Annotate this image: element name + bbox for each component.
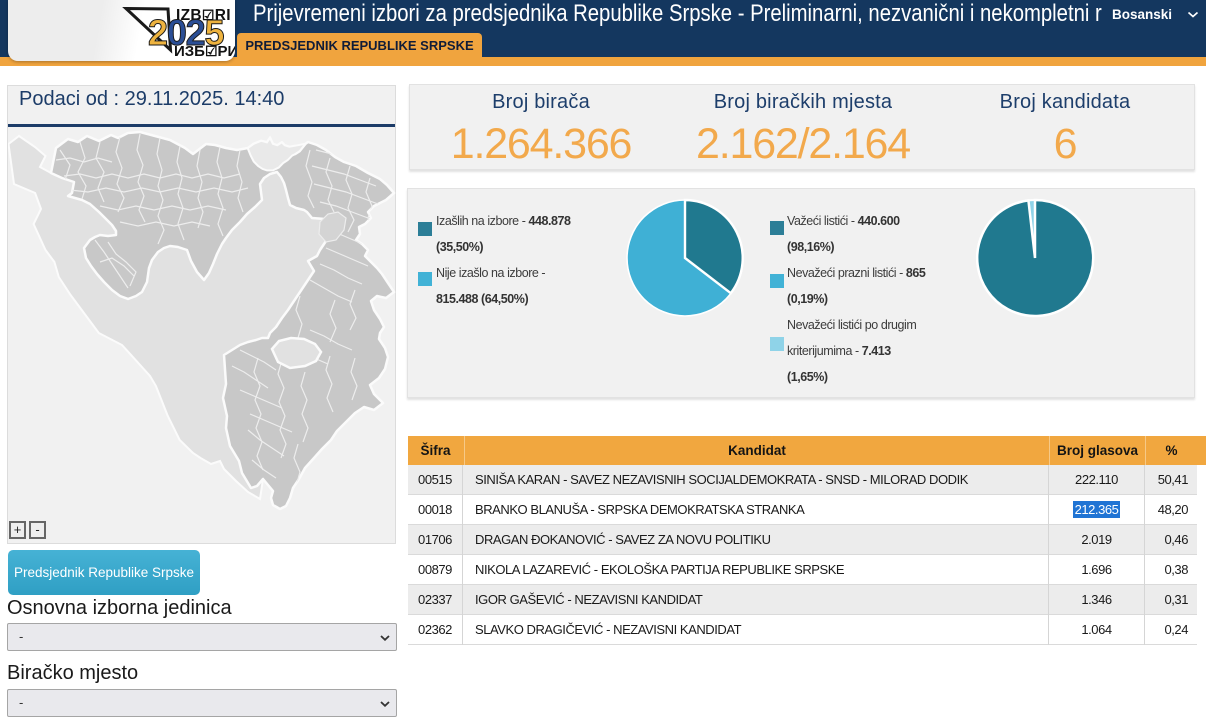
svg-text:ИЗБ☑РИ: ИЗБ☑РИ — [174, 43, 235, 60]
